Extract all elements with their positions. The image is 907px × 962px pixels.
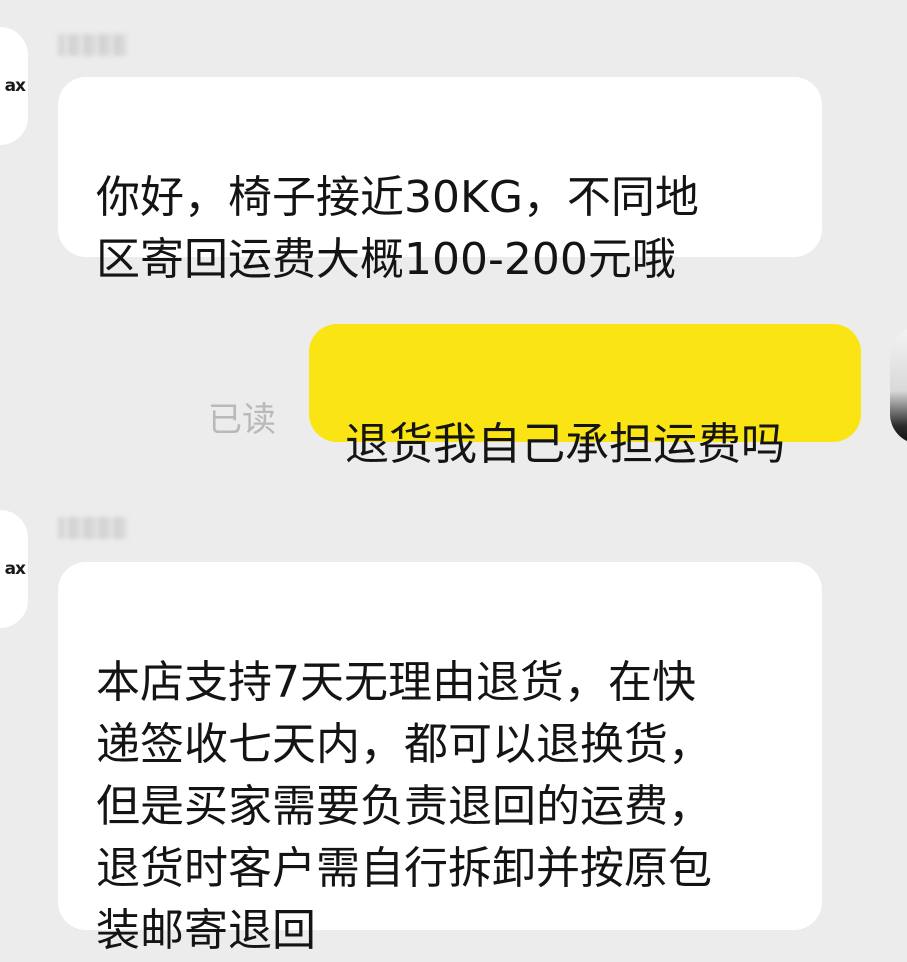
incoming-message-bubble[interactable]: 本店支持7天无理由退货，在快 递签收七天内，都可以退换货， 但是买家需要负责退回… bbox=[58, 562, 822, 956]
sender-name-blurred bbox=[58, 34, 128, 56]
outgoing-message-bubble[interactable]: 退货我自己承担运费吗 bbox=[309, 324, 861, 470]
read-status-label: 已读 bbox=[208, 400, 276, 440]
sender-name-blurred bbox=[58, 517, 128, 539]
shop-avatar-icon[interactable]: ax bbox=[0, 510, 28, 628]
message-text: 你好，椅子接近30KG，不同地 区寄回运费大概100-200元哦 bbox=[96, 172, 699, 285]
shop-logo-text: ax bbox=[4, 76, 26, 96]
message-text: 退货我自己承担运费吗 bbox=[345, 419, 785, 470]
shop-logo-text: ax bbox=[4, 559, 26, 579]
shop-avatar-icon[interactable]: ax bbox=[0, 27, 28, 145]
user-avatar-icon[interactable] bbox=[890, 326, 907, 444]
chat-conversation: ax 你好，椅子接近30KG，不同地 区寄回运费大概100-200元哦 已读 退… bbox=[0, 0, 907, 956]
message-text: 本店支持7天无理由退货，在快 递签收七天内，都可以退换货， 但是买家需要负责退回… bbox=[96, 657, 712, 956]
incoming-message-bubble[interactable]: 你好，椅子接近30KG，不同地 区寄回运费大概100-200元哦 bbox=[58, 77, 822, 285]
